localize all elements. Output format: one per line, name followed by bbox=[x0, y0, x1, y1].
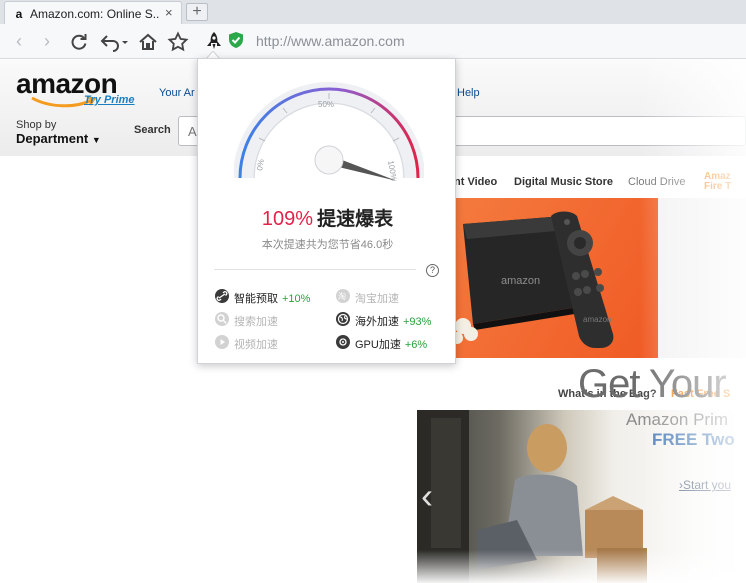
tab-close-icon[interactable]: × bbox=[165, 5, 173, 20]
back-icon[interactable]: ‹ bbox=[8, 31, 30, 53]
hero-prime-text: Amazon Prim bbox=[626, 410, 729, 429]
start-trial-link[interactable]: ›Start you bbox=[679, 478, 731, 492]
gpu-icon bbox=[336, 335, 350, 349]
feature-value: +93% bbox=[403, 316, 432, 328]
feature-value: +10% bbox=[282, 293, 311, 305]
nav-item-video[interactable]: nt Video bbox=[454, 176, 497, 188]
divider bbox=[214, 269, 416, 270]
time-saved-text: 本次提速共为您节省46.0秒 bbox=[261, 239, 394, 251]
feature-label: GPU加速 bbox=[355, 339, 401, 351]
globe-icon bbox=[336, 312, 350, 326]
feature-label: 视频加速 bbox=[234, 339, 278, 351]
feature-label: 智能预取 bbox=[234, 293, 278, 305]
new-tab-button[interactable]: + bbox=[186, 3, 208, 21]
taobao-icon: 淘 bbox=[336, 289, 350, 303]
caret-down-icon: ▼ bbox=[91, 135, 101, 145]
tab-title: Amazon.com: Online S... bbox=[30, 7, 160, 21]
amazon-favicon-icon: a bbox=[15, 7, 23, 21]
rocket-icon[interactable] bbox=[205, 31, 223, 51]
gauge-hub bbox=[314, 145, 344, 175]
gauge-label-50: 50% bbox=[318, 100, 334, 109]
try-prime-link[interactable]: Try Prime bbox=[84, 94, 135, 106]
search-icon bbox=[215, 312, 229, 326]
speed-accelerator-popup: 50% 0% 100% 109% 提速爆表 本次提速共为您节省46.0秒 ? 智能… bbox=[197, 58, 456, 364]
your-account-link[interactable]: Your Ar bbox=[159, 87, 195, 99]
nav-item-music[interactable]: Digital Music Store bbox=[514, 176, 613, 188]
fire-tv-image: amazon amazon bbox=[455, 211, 614, 348]
svg-text:amazon: amazon bbox=[583, 315, 611, 324]
shield-check-icon[interactable] bbox=[229, 32, 243, 48]
speed-status-text: 提速爆表 bbox=[317, 209, 394, 230]
browser-toolbar: ‹ › http://www.amazon.com bbox=[0, 24, 746, 59]
department-menu[interactable]: Department ▼ bbox=[16, 131, 101, 146]
home-icon[interactable] bbox=[137, 31, 159, 53]
carousel-prev-icon[interactable]: ‹ bbox=[421, 475, 433, 517]
shop-by-label[interactable]: Shop by bbox=[16, 119, 56, 131]
undo-icon[interactable] bbox=[98, 31, 130, 53]
search-input-text: A bbox=[188, 124, 197, 139]
reload-icon[interactable] bbox=[68, 31, 90, 53]
svg-text:amazon: amazon bbox=[501, 275, 540, 287]
feature-label: 搜索加速 bbox=[234, 316, 278, 328]
speed-percent: 109% bbox=[261, 208, 314, 230]
nav-item-fire-tv[interactable]: Amaz Fire T bbox=[704, 172, 744, 192]
nav-item-cloud-drive[interactable]: Cloud Drive bbox=[628, 176, 685, 188]
tab-bar: a Amazon.com: Online S... × + bbox=[0, 0, 746, 24]
feature-label: 淘宝加速 bbox=[355, 293, 399, 305]
feature-value: +6% bbox=[404, 339, 428, 351]
forward-icon[interactable]: › bbox=[36, 31, 58, 53]
play-icon bbox=[215, 335, 229, 349]
url-text[interactable]: http://www.amazon.com bbox=[256, 33, 405, 49]
gauge-label-0: 0% bbox=[255, 158, 266, 171]
help-icon[interactable]: ? bbox=[426, 264, 439, 277]
browser-tab[interactable]: a Amazon.com: Online S... × bbox=[4, 1, 182, 24]
star-icon[interactable] bbox=[167, 31, 189, 53]
search-label: Search bbox=[134, 124, 171, 136]
svg-text:淘: 淘 bbox=[338, 291, 346, 301]
feature-label: 海外加速 bbox=[355, 316, 399, 328]
hero-title: Get Your bbox=[578, 362, 727, 406]
fire-tv-banner[interactable]: amazon amazon bbox=[455, 198, 658, 358]
department-label: Department bbox=[16, 131, 89, 146]
banner-side-panel bbox=[658, 198, 746, 358]
link-icon bbox=[215, 289, 229, 303]
hero-free-text: FREE Two bbox=[652, 430, 735, 449]
speed-gauge: 50% 0% 100% bbox=[234, 82, 424, 182]
help-link[interactable]: Help bbox=[457, 87, 480, 99]
speed-result: 109% 提速爆表 bbox=[198, 204, 457, 231]
address-bar[interactable]: http://www.amazon.com bbox=[198, 28, 746, 55]
